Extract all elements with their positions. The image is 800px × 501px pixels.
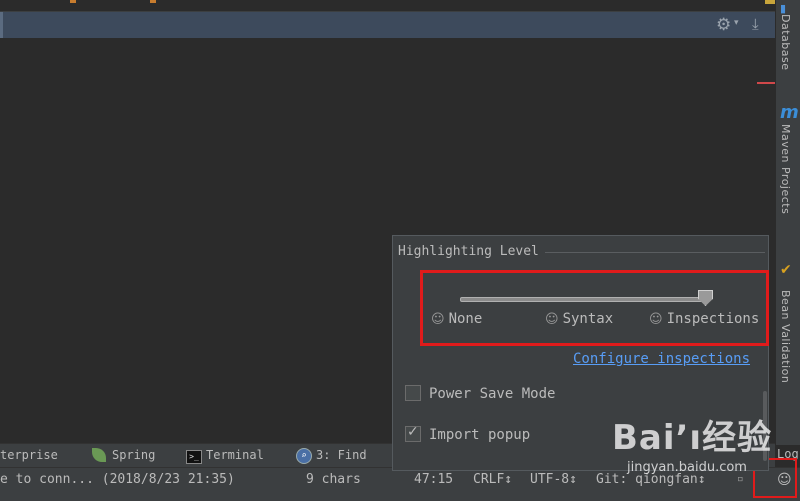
terminal-icon: >_	[186, 450, 202, 464]
line-separator[interactable]: CRLF↕	[473, 472, 512, 487]
hector-icon: ☺	[545, 312, 559, 327]
hector-icon[interactable]: ☺	[777, 472, 792, 488]
caret-position[interactable]: 47:15	[414, 472, 453, 487]
level-label: Syntax	[562, 311, 614, 327]
editor-toolbar: ⚙ ▾ ⤓	[0, 12, 775, 38]
power-save-label: Power Save Mode	[429, 386, 556, 402]
level-label: Inspections	[666, 311, 760, 327]
tab-bean-validation[interactable]: Bean Validation	[779, 290, 792, 383]
highlight-level-slider[interactable]	[460, 297, 710, 302]
tab-database[interactable]: Database	[779, 14, 792, 71]
hector-icon: ☺	[431, 312, 445, 327]
baidu-watermark: Bai’ı经验 jingyan.baidu.com	[612, 410, 773, 475]
popup-title: Highlighting Level	[398, 244, 539, 259]
download-icon[interactable]: ⤓	[752, 15, 759, 33]
import-popup-label: Import popup	[429, 427, 531, 443]
level-label: None	[448, 311, 483, 327]
watermark-url: jingyan.baidu.com	[627, 460, 747, 475]
maven-icon: m	[780, 102, 799, 123]
watermark-brand: Bai’ı经验	[612, 418, 773, 458]
import-popup-row[interactable]: Import popup	[405, 424, 531, 443]
chevron-down-icon[interactable]: ▾	[734, 18, 739, 28]
hector-icon: ☺	[649, 312, 663, 327]
error-marker[interactable]	[757, 82, 775, 84]
file-encoding[interactable]: UTF-8↕	[530, 472, 577, 487]
tab-maven-projects[interactable]: Maven Projects	[779, 124, 792, 214]
editor-tab-strip	[0, 0, 775, 12]
gear-icon[interactable]: ⚙	[716, 15, 731, 35]
find-icon: ⌕	[296, 448, 312, 464]
tab-enterprise[interactable]: terprise	[0, 448, 58, 462]
divider	[545, 252, 765, 253]
power-save-row[interactable]: Power Save Mode	[405, 385, 556, 402]
scroll-marker	[765, 0, 775, 4]
slider-thumb[interactable]	[698, 290, 713, 306]
status-message[interactable]: e to conn... (2018/8/23 21:35)	[0, 472, 235, 487]
right-tool-strip: ▮ Database m Maven Projects ✔ Bean Valid…	[775, 0, 800, 445]
tab-spring[interactable]: Spring	[112, 448, 155, 462]
spring-leaf-icon	[92, 448, 106, 462]
toolbar-edge	[0, 12, 3, 38]
tab-marker	[70, 0, 76, 3]
power-save-checkbox[interactable]	[405, 385, 421, 401]
tab-marker	[150, 0, 156, 3]
level-inspections[interactable]: ☺ Inspections	[649, 311, 759, 327]
bean-validation-icon: ✔	[780, 262, 792, 278]
tab-terminal[interactable]: Terminal	[206, 448, 264, 462]
level-none[interactable]: ☺ None	[431, 311, 482, 327]
configure-inspections-link[interactable]: Configure inspections	[573, 351, 750, 367]
selection-count: 9 chars	[306, 472, 361, 487]
import-popup-checkbox[interactable]	[405, 424, 421, 442]
level-syntax[interactable]: ☺ Syntax	[545, 311, 613, 327]
tab-find[interactable]: 3: Find	[316, 448, 367, 462]
highlight-box: ☺ None ☺ Syntax ☺ Inspections	[420, 270, 769, 346]
